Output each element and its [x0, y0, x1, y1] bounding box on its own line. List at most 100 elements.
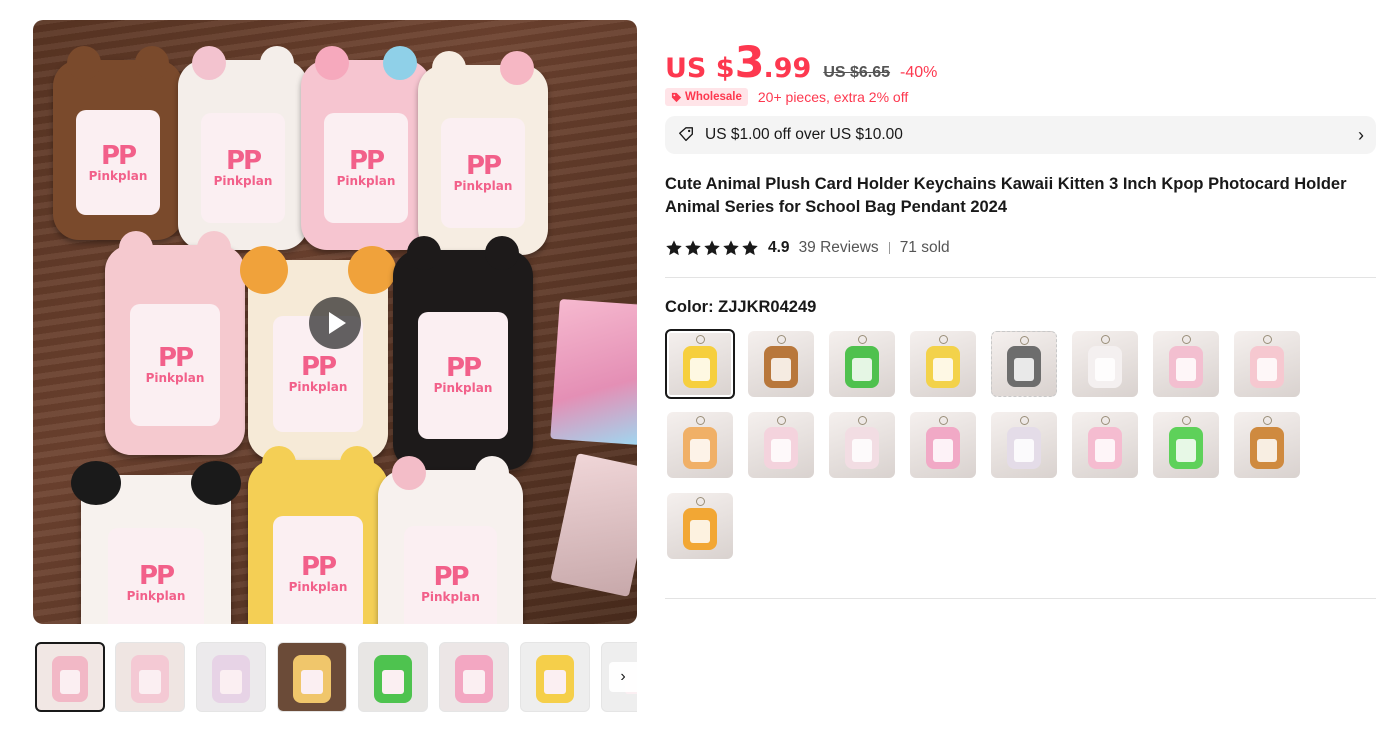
- star-icon: [742, 240, 758, 256]
- coupon-bar[interactable]: US $1.00 off over US $10.00 ›: [665, 116, 1376, 154]
- main-product-image[interactable]: PP Pinkplan PP Pinkplan PP Pinkplan PP Pinkp…: [33, 20, 637, 624]
- swatch-figure: [682, 345, 718, 388]
- color-swatch-13[interactable]: [1072, 412, 1138, 478]
- thumbnail-0[interactable]: [35, 642, 105, 712]
- thumbnail-figure: [454, 655, 494, 703]
- thumbnail-3[interactable]: [277, 642, 347, 712]
- separator: [888, 242, 890, 254]
- color-swatch-3[interactable]: [910, 331, 976, 397]
- plush-bunny-pink: PP Pinkplan: [105, 231, 245, 455]
- keyring-icon: [1182, 334, 1192, 344]
- color-swatch-1[interactable]: [748, 331, 814, 397]
- thumbnail-2[interactable]: [196, 642, 266, 712]
- color-swatch-4[interactable]: [991, 331, 1057, 397]
- color-swatch-7[interactable]: [1234, 331, 1300, 397]
- swatch-figure: [1249, 426, 1285, 469]
- original-price: US $6.65: [823, 64, 891, 81]
- color-label: Color: ZJJKR04249: [665, 298, 817, 316]
- photocard-decoration: [550, 299, 637, 445]
- swatch-figure: [682, 426, 718, 469]
- keyring-icon: [1182, 415, 1192, 425]
- keyring-icon: [858, 415, 868, 425]
- thumbnail-strip: ›: [35, 642, 637, 714]
- plush-dog-white: PP Pinkplan: [71, 461, 241, 624]
- keyring-icon: [939, 334, 949, 344]
- rating-value: 4.9: [768, 239, 790, 256]
- color-swatch-6[interactable]: [1153, 331, 1219, 397]
- swatch-figure: [1087, 426, 1123, 469]
- tag-icon: [671, 92, 682, 102]
- plush-dog-cream: PP Pinkplan: [240, 246, 396, 460]
- chevron-right-icon: ›: [1358, 124, 1364, 145]
- swatch-figure: [925, 345, 961, 388]
- ticket-icon: [679, 127, 693, 142]
- swatch-figure: [1087, 345, 1123, 388]
- rating-row: 4.9 39 Reviews 71 sold: [665, 236, 950, 260]
- swatch-figure: [763, 426, 799, 469]
- thumbnail-figure: [373, 655, 413, 703]
- divider: [665, 598, 1376, 599]
- photocard-decoration-2: [550, 453, 637, 597]
- swatch-figure: [844, 426, 880, 469]
- star-icon: [704, 240, 720, 256]
- color-swatch-10[interactable]: [829, 412, 895, 478]
- keyring-icon: [858, 334, 868, 344]
- play-video-button[interactable]: [309, 297, 361, 349]
- swatch-figure: [1006, 426, 1042, 469]
- plush-cat-white: PP Pinkplan: [378, 456, 523, 624]
- keyring-icon: [1101, 334, 1111, 344]
- thumbnail-4[interactable]: [358, 642, 428, 712]
- color-swatch-12[interactable]: [991, 412, 1057, 478]
- coupon-text: US $1.00 off over US $10.00: [705, 126, 903, 143]
- color-swatch-9[interactable]: [748, 412, 814, 478]
- plush-bear-brown: PP Pinkplan: [53, 46, 183, 240]
- color-swatch-15[interactable]: [1234, 412, 1300, 478]
- keyring-icon: [696, 334, 706, 344]
- keyring-icon: [777, 334, 787, 344]
- keyring-icon: [696, 496, 706, 506]
- swatch-figure: [682, 507, 718, 550]
- thumbnail-6[interactable]: [520, 642, 590, 712]
- plush-bunny-white: PP Pinkplan: [178, 46, 308, 250]
- star-rating: [665, 239, 759, 257]
- color-swatch-5[interactable]: [1072, 331, 1138, 397]
- price-row: US $3.99 US $6.65 -40%: [665, 38, 937, 88]
- plush-cat-yellow: PP Pinkplan: [248, 446, 388, 624]
- thumbnail-figure: [130, 655, 170, 703]
- thumbnail-1[interactable]: [115, 642, 185, 712]
- swatch-figure: [1168, 426, 1204, 469]
- keyring-icon: [1263, 415, 1273, 425]
- color-swatch-8[interactable]: [667, 412, 733, 478]
- wholesale-row: Wholesale 20+ pieces, extra 2% off: [665, 88, 908, 106]
- product-title: Cute Animal Plush Card Holder Keychains …: [665, 175, 1347, 216]
- color-swatch-16[interactable]: [667, 493, 733, 559]
- swatch-figure: [1168, 345, 1204, 388]
- keyring-icon: [1263, 334, 1273, 344]
- swatch-figure: [1249, 345, 1285, 388]
- keyring-icon: [1020, 335, 1030, 345]
- star-icon: [723, 240, 739, 256]
- star-icon: [685, 240, 701, 256]
- wholesale-text: 20+ pieces, extra 2% off: [757, 89, 909, 105]
- chevron-right-icon[interactable]: ›: [609, 662, 637, 692]
- wholesale-badge: Wholesale: [665, 88, 748, 106]
- swatch-figure: [1007, 346, 1041, 388]
- color-swatch-14[interactable]: [1153, 412, 1219, 478]
- color-swatch-11[interactable]: [910, 412, 976, 478]
- swatch-figure: [844, 345, 880, 388]
- thumbnail-figure: [535, 655, 575, 703]
- reviews-link[interactable]: 39 Reviews: [799, 239, 879, 257]
- keyring-icon: [696, 415, 706, 425]
- keyring-icon: [777, 415, 787, 425]
- swatch-figure: [763, 345, 799, 388]
- swatch-figure: [925, 426, 961, 469]
- color-swatch-0[interactable]: [665, 329, 735, 399]
- discount-percent: -40%: [900, 64, 938, 81]
- thumbnail-5[interactable]: [439, 642, 509, 712]
- keyring-icon: [1020, 415, 1030, 425]
- sold-count: 71 sold: [899, 239, 950, 256]
- color-swatch-2[interactable]: [829, 331, 895, 397]
- play-icon: [329, 312, 346, 334]
- thumbnail-figure: [51, 655, 89, 703]
- keyring-icon: [1101, 415, 1111, 425]
